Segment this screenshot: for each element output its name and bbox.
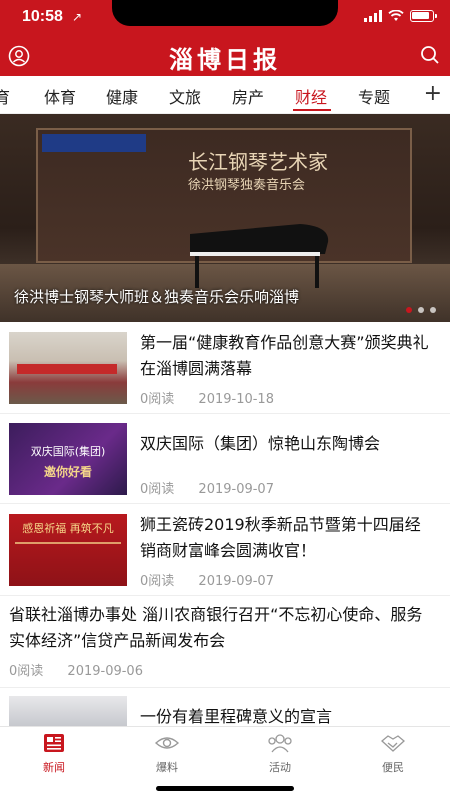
news-date: 2019-10-18 [198, 392, 274, 407]
news-thumbnail: 双庆国际(集团) 邀你好看 [9, 423, 127, 495]
banner-carousel[interactable]: 长江钢琴艺术家 徐洪钢琴独奏音乐会 徐洪博士钢琴大师班＆独奏音乐会乐响淄博 [0, 114, 450, 322]
category-tabs: 育 体育 健康 文旅 房产 财经 专题 + [0, 76, 450, 114]
thumbnail-line [15, 542, 121, 544]
tab-sports-partial[interactable]: 育 [0, 84, 10, 108]
carousel-indicator [406, 307, 436, 313]
nav-news-label: 新闻 [43, 761, 65, 774]
news-thumbnail: 感恩祈福 再筑不凡 [9, 514, 127, 586]
battery-icon [410, 10, 437, 22]
news-title: 第一届“健康教育作品创意大赛”颁奖典礼在淄博圆满落幕 [140, 333, 429, 378]
search-icon[interactable] [420, 45, 440, 65]
thumbnail-text: 双庆国际(集团) [30, 445, 106, 458]
tab-sports[interactable]: 体育 [44, 84, 76, 108]
news-title: 双庆国际（集团）惊艳山东陶博会 [140, 434, 381, 453]
app-header: 淄博日报 [0, 36, 450, 76]
news-read-count: 0阅读 [9, 664, 44, 679]
banner-caption: 徐洪博士钢琴大师班＆独奏音乐会乐响淄博 [14, 288, 300, 306]
carousel-dot-active[interactable] [406, 307, 412, 313]
news-meta: 0阅读 2019-10-18 [140, 388, 294, 407]
news-item[interactable]: 感恩祈福 再筑不凡 狮王瓷砖2019秋季新品节暨第十四届经销商财富峰会圆满收官！… [0, 504, 450, 596]
location-arrow-icon: ↗ [72, 10, 83, 24]
status-time: 10:58 [22, 8, 63, 25]
thumbnail-text: 邀你好看 [43, 465, 92, 479]
thumbnail-banner [17, 364, 117, 374]
add-tab-icon[interactable]: + [424, 81, 442, 106]
carousel-dot[interactable] [418, 307, 424, 313]
status-bar: 10:58 ↗ [0, 0, 450, 36]
banner-stage-tag [42, 134, 146, 152]
news-item[interactable]: 一份有着里程碑意义的宣言 [0, 688, 450, 728]
nav-activity-label: 活动 [269, 761, 291, 774]
news-item[interactable]: 省联社淄博办事处 淄川农商银行召开“不忘初心使命、服务实体经济”信贷产品新闻发布… [0, 596, 450, 688]
news-meta: 0阅读 2019-09-06 [9, 660, 163, 679]
grand-piano-image [190, 224, 329, 288]
tab-culture-travel[interactable]: 文旅 [169, 84, 201, 108]
news-icon [44, 734, 64, 752]
news-date: 2019-09-07 [198, 482, 274, 497]
eye-icon [155, 737, 179, 749]
device-notch [112, 0, 338, 26]
news-thumbnail [9, 696, 127, 728]
news-meta: 0阅读 2019-09-07 [140, 478, 294, 497]
news-item[interactable]: 第一届“健康教育作品创意大赛”颁奖典礼在淄博圆满落幕 0阅读 2019-10-1… [0, 322, 450, 414]
tab-special[interactable]: 专题 [358, 84, 390, 108]
news-date: 2019-09-06 [67, 664, 143, 679]
thumbnail-text: 感恩祈福 再筑不凡 [22, 522, 114, 535]
news-date: 2019-09-07 [198, 574, 274, 589]
news-read-count: 0阅读 [140, 482, 175, 497]
people-icon [268, 734, 292, 753]
news-thumbnail [9, 332, 127, 404]
tab-finance[interactable]: 财经 [295, 84, 327, 108]
news-item[interactable]: 双庆国际(集团) 邀你好看 双庆国际（集团）惊艳山东陶博会 0阅读 2019-0… [0, 414, 450, 504]
news-title: 狮王瓷砖2019秋季新品节暨第十四届经销商财富峰会圆满收官！ [140, 515, 421, 560]
signal-icon [364, 10, 382, 22]
handshake-icon [381, 735, 405, 752]
nav-services[interactable]: 便民 [358, 733, 428, 775]
news-read-count: 0阅读 [140, 574, 175, 589]
home-indicator[interactable] [156, 786, 294, 791]
app-title: 淄博日报 [169, 45, 281, 74]
nav-services-label: 便民 [382, 761, 404, 774]
news-title: 省联社淄博办事处 淄川农商银行召开“不忘初心使命、服务实体经济”信贷产品新闻发布… [9, 605, 423, 650]
wifi-icon [388, 10, 404, 21]
banner-stage-subtitle: 徐洪钢琴独奏音乐会 [188, 178, 306, 193]
news-meta: 0阅读 2019-09-07 [140, 570, 294, 589]
nav-activity[interactable]: 活动 [245, 733, 315, 775]
tab-health[interactable]: 健康 [106, 84, 138, 108]
nav-tip-off[interactable]: 爆料 [132, 733, 202, 775]
tab-real-estate[interactable]: 房产 [232, 84, 264, 108]
news-read-count: 0阅读 [140, 392, 175, 407]
nav-news[interactable]: 新闻 [19, 733, 89, 775]
carousel-dot[interactable] [430, 307, 436, 313]
banner-stage-title: 长江钢琴艺术家 [188, 150, 328, 174]
active-tab-indicator [293, 109, 331, 111]
status-icons [364, 10, 437, 22]
nav-tip-off-label: 爆料 [156, 761, 178, 774]
